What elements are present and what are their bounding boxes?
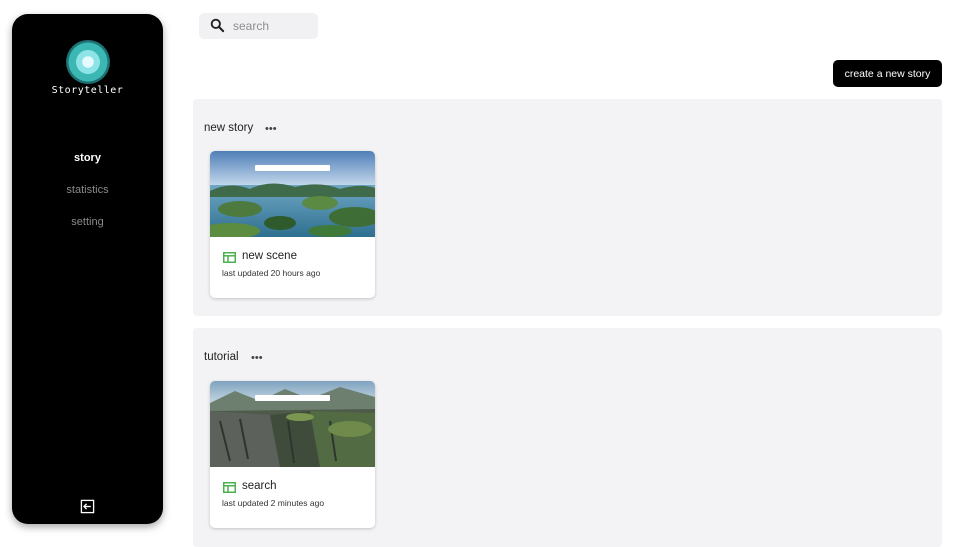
scene-icon [223,252,236,263]
scene-card-title: new scene [242,250,297,262]
app-logo-text: Storyteller [51,85,124,96]
scene-card-updated: last updated 2 minutes ago [222,498,325,508]
scene-thumbnail-image [210,151,375,237]
scene-card[interactable]: new scene last updated 20 hours ago [210,151,375,298]
scene-thumbnail-image [210,381,375,467]
sidebar-item-setting[interactable]: setting [12,215,163,247]
scene-icon [223,482,236,493]
thumbnail-search-bar [255,165,330,171]
sidebar: Storyteller story statistics setting [12,14,163,524]
thumbnail-search-bar [255,395,330,401]
more-options-icon[interactable]: ••• [265,124,277,135]
logout-icon[interactable] [80,499,95,514]
create-story-button[interactable]: create a new story [833,60,942,87]
search-icon [210,18,225,33]
search-box [199,13,318,39]
sidebar-nav: story statistics setting [12,151,163,247]
search-input[interactable] [233,18,313,34]
story-group-new-story: new story ••• new scene last updated 20 … [193,99,942,316]
story-group-tutorial: tutorial ••• search last updated 2 minut… [193,328,942,547]
more-options-icon[interactable]: ••• [251,353,263,364]
group-title: tutorial [204,351,239,363]
sidebar-item-statistics[interactable]: statistics [12,183,163,215]
storyteller-logo-icon [66,40,110,84]
scene-card[interactable]: search last updated 2 minutes ago [210,381,375,528]
scene-card-updated: last updated 20 hours ago [222,268,321,278]
sidebar-item-story[interactable]: story [12,151,163,183]
group-title: new story [204,122,254,134]
scene-card-title: search [242,480,277,492]
